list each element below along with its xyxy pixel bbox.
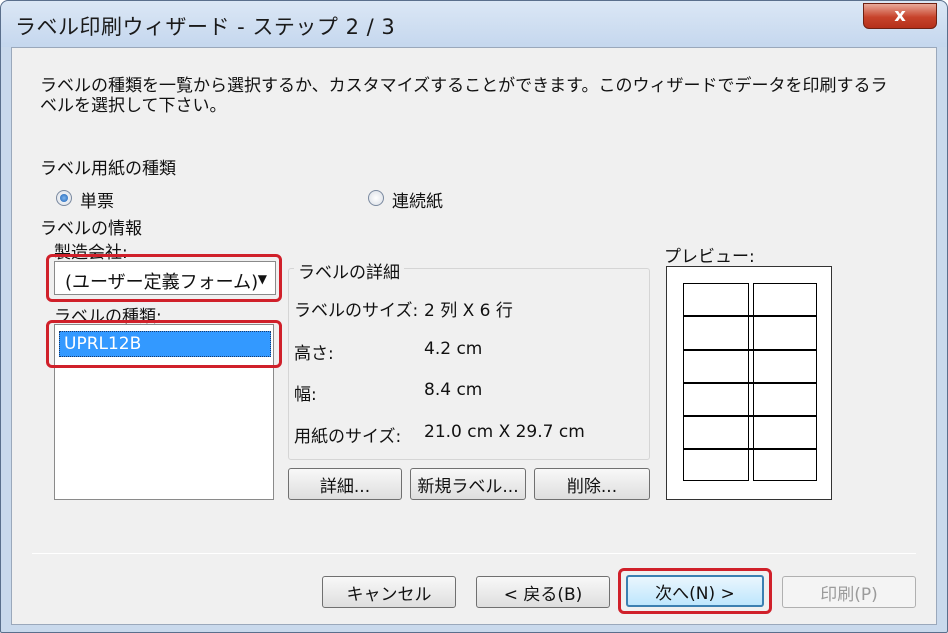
detail-key-height: 高さ: [294,344,334,364]
preview-row-divider [683,382,817,384]
next-button[interactable]: 次へ(N) > [626,575,764,607]
detail-value-paper-size: 21.0 cm X 29.7 cm [424,422,585,442]
detail-key-paper-size: 用紙のサイズ: [294,427,402,447]
close-button[interactable]: x [863,3,937,29]
window-title: ラベル印刷ウィザード - ステップ 2 / 3 [15,15,396,39]
preview-row-divider [683,415,817,417]
footer-divider [32,553,916,554]
preview-row-divider [683,349,817,351]
label-preview [666,266,832,500]
radio-continuous[interactable] [368,190,384,206]
preview-heading: プレビュー: [664,247,755,267]
detail-value-height: 4.2 cm [424,339,483,359]
detail-key-width: 幅: [294,385,317,405]
preview-row-divider [683,448,817,450]
cancel-button[interactable]: キャンセル [322,576,456,608]
print-button[interactable]: 印刷(P) [782,576,916,608]
manufacturer-value: (ユーザー定義フォーム) [65,272,259,293]
detail-value-width: 8.4 cm [424,380,483,400]
detail-value-size: 2 列 X 6 行 [424,301,513,321]
delete-button[interactable]: 削除... [534,468,650,500]
wizard-window: ラベル印刷ウィザード - ステップ 2 / 3 x ラベルの種類を一覧から選択す… [0,0,948,633]
detail-key-size: ラベルのサイズ: [294,301,419,321]
title-bar: ラベル印刷ウィザード - ステップ 2 / 3 x [1,1,947,47]
chevron-down-icon[interactable]: ▼ [258,272,267,286]
wizard-body: ラベルの種類を一覧から選択するか、カスタマイズすることができます。このウィザード… [11,47,937,625]
instruction-text: ラベルの種類を一覧から選択するか、カスタマイズすることができます。このウィザード… [40,76,888,116]
back-button[interactable]: < 戻る(B) [476,576,610,608]
radio-single-sheet-label[interactable]: 単票 [80,187,114,212]
new-label-button[interactable]: 新規ラベル... [410,468,526,500]
paper-type-heading: ラベル用紙の種類 [40,159,176,179]
detail-button[interactable]: 詳細... [288,468,402,500]
preview-row-divider [683,315,817,317]
radio-continuous-label[interactable]: 連続紙 [392,187,443,212]
manufacturer-dropdown[interactable]: (ユーザー定義フォーム) ▼ [54,261,276,295]
radio-single-sheet[interactable] [56,190,72,206]
label-info-heading: ラベルの情報 [40,219,142,239]
details-heading: ラベルの詳細 [294,258,404,283]
label-type-highlight [46,320,282,368]
